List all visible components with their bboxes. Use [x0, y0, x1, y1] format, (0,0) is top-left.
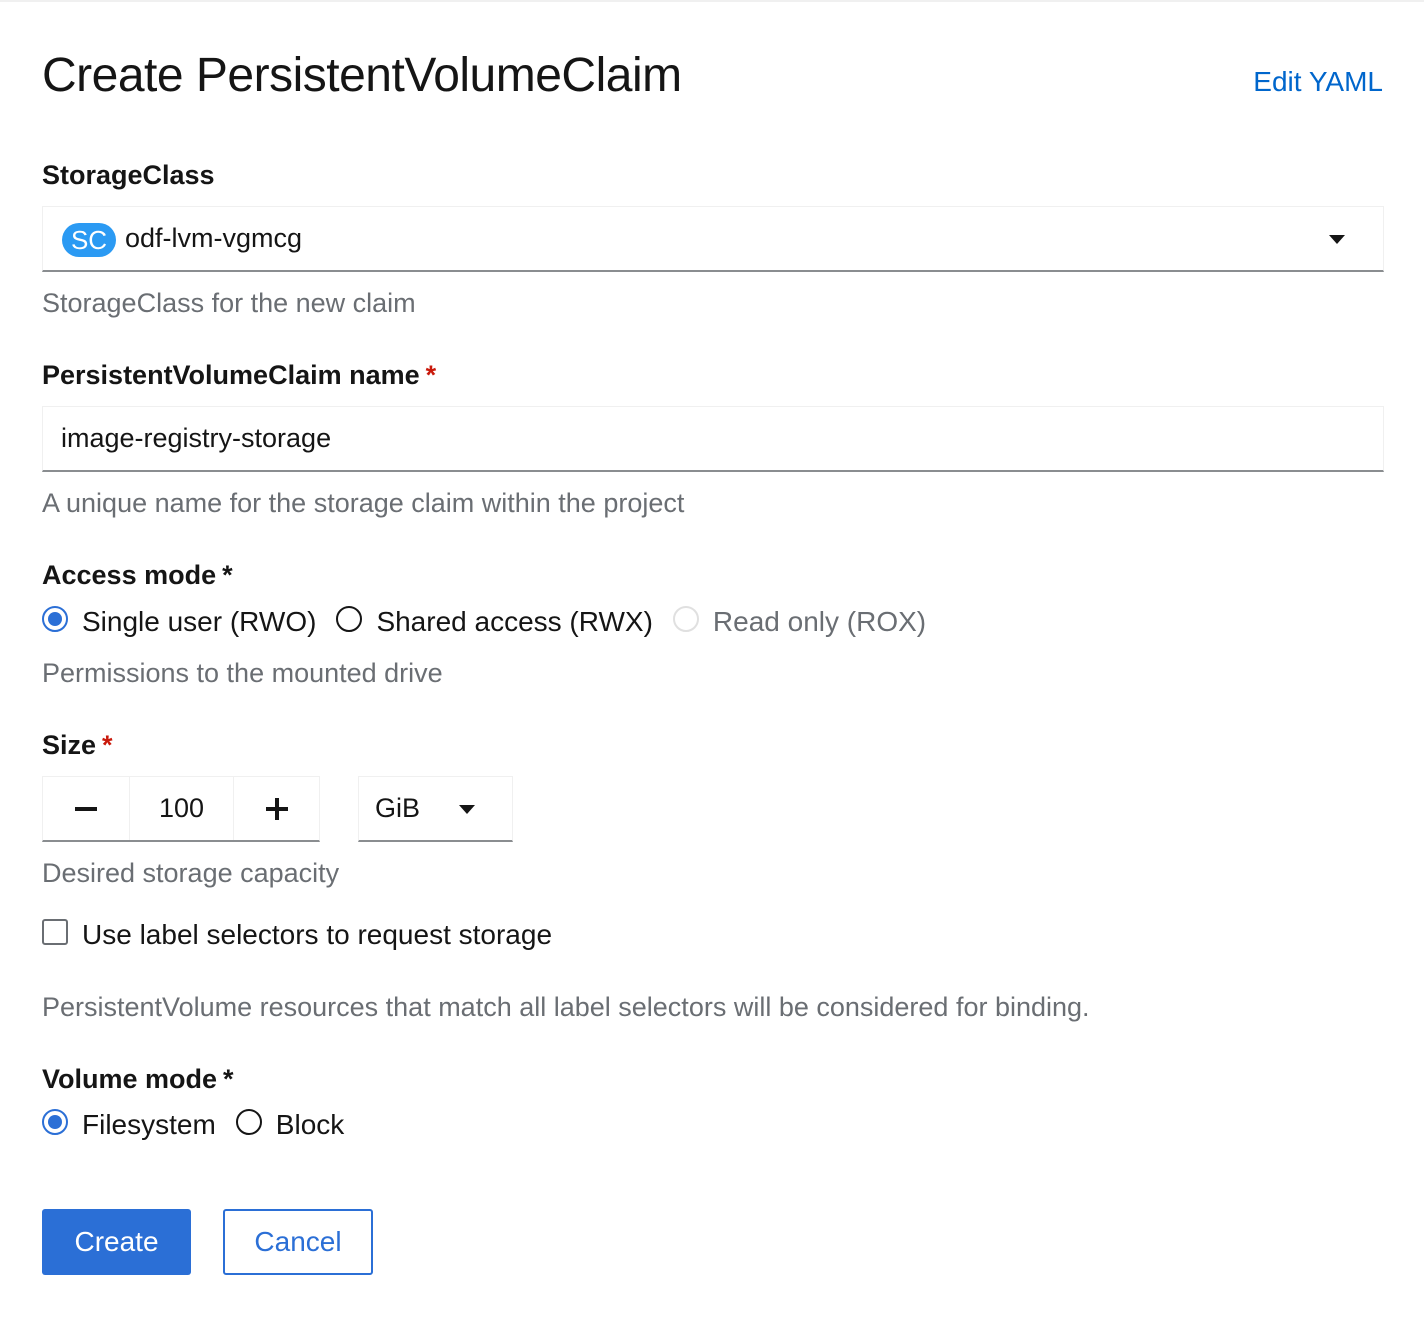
radio-filesystem-label[interactable]: Filesystem	[82, 1109, 216, 1141]
radio-single-user[interactable]	[42, 606, 68, 632]
storageclass-label: StorageClass	[42, 160, 215, 191]
storageclass-badge: SC	[62, 223, 116, 257]
size-unit-select[interactable]: GiB	[358, 776, 513, 842]
size-value-input[interactable]	[130, 777, 233, 840]
storageclass-select[interactable]: SC odf-lvm-vgmcg	[42, 206, 1384, 272]
label-selectors-help: PersistentVolume resources that match al…	[42, 992, 1090, 1022]
access-mode-help: Permissions to the mounted drive	[42, 658, 443, 688]
top-divider	[0, 0, 1424, 2]
required-marker: *	[223, 1064, 234, 1094]
storageclass-help: StorageClass for the new claim	[42, 288, 416, 318]
edit-yaml-link[interactable]: Edit YAML	[1253, 66, 1383, 98]
access-mode-radio-group: Single user (RWO) Shared access (RWX) Re…	[42, 603, 946, 638]
radio-single-user-label[interactable]: Single user (RWO)	[82, 606, 316, 638]
caret-down-icon	[459, 805, 475, 814]
radio-shared-access-label[interactable]: Shared access (RWX)	[376, 606, 652, 638]
storageclass-value: odf-lvm-vgmcg	[125, 223, 303, 253]
volume-mode-label: Volume mode *	[42, 1064, 234, 1095]
pvc-name-help: A unique name for the storage claim with…	[42, 488, 685, 518]
minus-icon	[75, 806, 97, 811]
radio-block-label[interactable]: Block	[276, 1109, 344, 1141]
pvc-name-label-text: PersistentVolumeClaim name	[42, 360, 420, 390]
storageclass-label-text: StorageClass	[42, 160, 215, 190]
required-marker: *	[102, 730, 113, 760]
size-label-text: Size	[42, 730, 97, 760]
pvc-name-label: PersistentVolumeClaim name *	[42, 360, 436, 391]
size-stepper	[42, 776, 320, 842]
volume-mode-radio-group: Filesystem Block	[42, 1106, 364, 1141]
radio-shared-access[interactable]	[336, 606, 363, 632]
label-selectors-label[interactable]: Use label selectors to request storage	[82, 919, 552, 951]
radio-read-only	[672, 606, 699, 632]
page-title: Create PersistentVolumeClaim	[42, 49, 682, 102]
plus-icon	[265, 797, 288, 820]
caret-down-icon	[1329, 235, 1345, 244]
pvc-name-input[interactable]	[42, 406, 1384, 472]
size-unit-value: GiB	[375, 793, 421, 823]
radio-filesystem[interactable]	[42, 1109, 68, 1135]
create-button[interactable]: Create	[42, 1209, 191, 1275]
required-marker: *	[425, 360, 437, 390]
volume-mode-label-text: Volume mode	[42, 1064, 218, 1094]
increment-button[interactable]	[233, 777, 319, 840]
radio-block[interactable]	[235, 1109, 262, 1135]
label-selectors-checkbox[interactable]	[42, 919, 68, 945]
cancel-button[interactable]: Cancel	[223, 1209, 373, 1275]
size-help: Desired storage capacity	[42, 858, 340, 888]
decrement-button[interactable]	[43, 777, 130, 840]
required-marker: *	[222, 560, 233, 590]
access-mode-label-text: Access mode	[42, 560, 217, 590]
size-label: Size *	[42, 730, 113, 761]
radio-read-only-label: Read only (ROX)	[712, 606, 927, 637]
label-selectors-row: Use label selectors to request storage	[42, 916, 552, 951]
access-mode-label: Access mode *	[42, 560, 233, 591]
